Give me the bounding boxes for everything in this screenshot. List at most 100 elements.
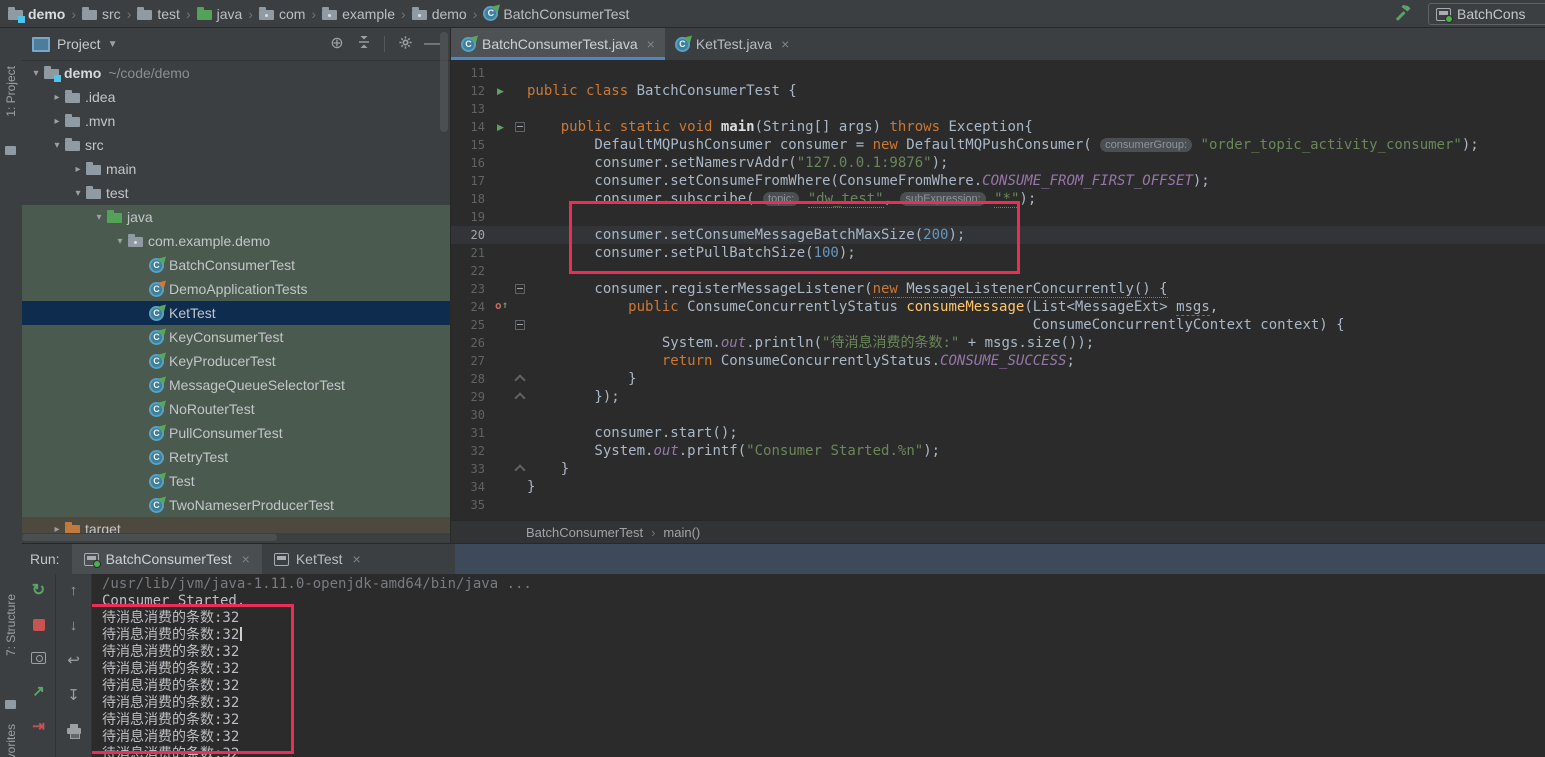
gutter-fold — [513, 190, 527, 208]
tool-window-button-favorites[interactable]: Favorites — [4, 724, 18, 757]
tree-item[interactable]: NoRouterTest — [22, 397, 450, 421]
breadcrumb-item[interactable]: demo — [412, 6, 467, 22]
chevron-open-icon[interactable]: ▾ — [70, 188, 86, 199]
fold-open-icon[interactable] — [515, 122, 525, 132]
close-tab-icon[interactable]: × — [647, 36, 655, 52]
close-tab-icon[interactable]: × — [242, 551, 250, 567]
code-text: } — [527, 370, 637, 388]
tree-item[interactable]: ▾src — [22, 133, 450, 157]
tree-vertical-scrollbar[interactable] — [440, 32, 448, 132]
code-text: public static void main(String[] args) t… — [527, 118, 1033, 136]
tree-item[interactable]: ▾com.example.demo — [22, 229, 450, 253]
tree-item[interactable]: MessageQueueSelectorTest — [22, 373, 450, 397]
tree-item[interactable]: ▸.mvn — [22, 109, 450, 133]
attach-icon[interactable] — [31, 683, 47, 699]
breadcrumb-item[interactable]: example — [322, 6, 395, 22]
tree-item[interactable]: ▾demo~/code/demo — [22, 61, 450, 85]
gutter-fold — [513, 460, 527, 478]
tree-item[interactable]: BatchConsumerTest — [22, 253, 450, 277]
tree-item[interactable]: KeyProducerTest — [22, 349, 450, 373]
breadcrumb-item[interactable]: src — [82, 6, 121, 22]
class-run-icon — [149, 330, 164, 345]
line-number: 30 — [451, 406, 495, 424]
down-icon[interactable] — [66, 617, 82, 633]
tree-item[interactable]: ▾java — [22, 205, 450, 229]
chevron-closed-icon[interactable]: ▸ — [49, 92, 65, 103]
close-tab-icon[interactable]: × — [353, 551, 361, 567]
fold-open-icon[interactable] — [515, 284, 525, 294]
gear-icon[interactable] — [395, 35, 415, 54]
tree-item[interactable]: ▸target — [22, 517, 450, 533]
tree-item[interactable]: DemoApplicationTests — [22, 277, 450, 301]
hide-panel-icon[interactable]: — — [422, 36, 442, 52]
tree-horizontal-scrollbar[interactable] — [22, 534, 277, 541]
run-tab[interactable]: KetTest× — [262, 544, 373, 574]
code-line: 30 — [451, 406, 1545, 424]
tool-window-button-project[interactable]: 1: Project — [4, 66, 18, 117]
chevron-closed-icon[interactable]: ▸ — [70, 164, 86, 175]
tree-item[interactable]: KetTest — [22, 301, 450, 325]
project-view-icon — [32, 37, 50, 52]
chevron-open-icon[interactable]: ▾ — [49, 140, 65, 151]
code-text: ConsumeConcurrentlyContext context) { — [527, 316, 1345, 334]
code-text: consumer.subscribe( topic: "dw_test", su… — [527, 190, 1036, 208]
chevron-down-icon[interactable]: ▼ — [108, 39, 118, 50]
editor-tab[interactable]: BatchConsumerTest.java× — [451, 28, 665, 60]
breadcrumb-item[interactable]: com — [259, 6, 305, 22]
tree-item[interactable]: PullConsumerTest — [22, 421, 450, 445]
soft-wrap-icon[interactable] — [66, 652, 82, 668]
tool-window-stripe: 1: Project 7: Structure Favorites — [0, 28, 23, 757]
tool-window-button-structure[interactable]: 7: Structure — [4, 594, 18, 656]
folder-icon — [137, 10, 152, 20]
tree-item[interactable]: ▸main — [22, 157, 450, 181]
tree-item-label: NoRouterTest — [169, 401, 255, 417]
locate-file-icon[interactable]: ⊕ — [327, 36, 347, 52]
up-icon[interactable] — [66, 582, 82, 598]
stop-icon[interactable] — [33, 619, 45, 631]
chevron-open-icon[interactable]: ▾ — [91, 212, 107, 223]
breadcrumb-item[interactable]: BatchConsumerTest — [483, 6, 629, 22]
fold-close-icon[interactable] — [514, 392, 525, 403]
chevron-closed-icon[interactable]: ▸ — [49, 116, 65, 127]
run-configuration-select[interactable]: BatchCons — [1428, 3, 1545, 25]
gutter-fold — [513, 244, 527, 262]
breadcrumb-method[interactable]: main() — [663, 525, 700, 540]
breadcrumb-item[interactable]: java — [197, 6, 243, 22]
fold-open-icon[interactable] — [515, 320, 525, 330]
print-icon[interactable] — [67, 728, 81, 734]
editor-breadcrumb: BatchConsumerTest › main() — [451, 520, 1545, 544]
console-output[interactable]: /usr/lib/jvm/java-1.11.0-openjdk-amd64/b… — [92, 574, 1545, 757]
collapse-all-icon[interactable] — [354, 35, 374, 53]
line-number: 11 — [451, 64, 495, 82]
breadcrumb-class[interactable]: BatchConsumerTest — [526, 525, 643, 540]
fold-close-icon[interactable] — [514, 464, 525, 475]
tree-item[interactable]: Test — [22, 469, 450, 493]
editor-tab[interactable]: KetTest.java× — [665, 28, 799, 60]
run-tab[interactable]: BatchConsumerTest× — [72, 544, 262, 574]
build-hammer-icon[interactable] — [1394, 3, 1412, 26]
chevron-closed-icon[interactable]: ▸ — [49, 524, 65, 534]
tree-item[interactable]: KeyConsumerTest — [22, 325, 450, 349]
camera-icon[interactable] — [31, 652, 46, 664]
exit-icon[interactable] — [31, 718, 47, 734]
breadcrumb-item[interactable]: demo — [8, 6, 65, 22]
close-tab-icon[interactable]: × — [781, 36, 789, 52]
tree-item[interactable]: ▾test — [22, 181, 450, 205]
tree-item[interactable]: TwoNameserProducerTest — [22, 493, 450, 517]
structure-tool-icon — [5, 700, 16, 709]
gutter-icons — [495, 154, 513, 172]
project-panel-title[interactable]: Project — [57, 36, 101, 52]
breadcrumb-item[interactable]: test — [137, 6, 180, 22]
breadcrumb-separator: › — [127, 6, 132, 22]
chevron-open-icon[interactable]: ▾ — [112, 236, 128, 247]
line-number: 15 — [451, 136, 495, 154]
code-editor[interactable]: 1112public class BatchConsumerTest {1314… — [451, 60, 1545, 520]
gutter-icons — [495, 388, 513, 406]
scroll-end-icon[interactable] — [66, 687, 82, 703]
console-line: 待消息消费的条数:32 — [102, 644, 1545, 661]
chevron-open-icon[interactable]: ▾ — [28, 68, 44, 79]
rerun-icon[interactable] — [31, 582, 47, 598]
fold-close-icon[interactable] — [514, 374, 525, 385]
tree-item[interactable]: ▸.idea — [22, 85, 450, 109]
tree-item[interactable]: RetryTest — [22, 445, 450, 469]
